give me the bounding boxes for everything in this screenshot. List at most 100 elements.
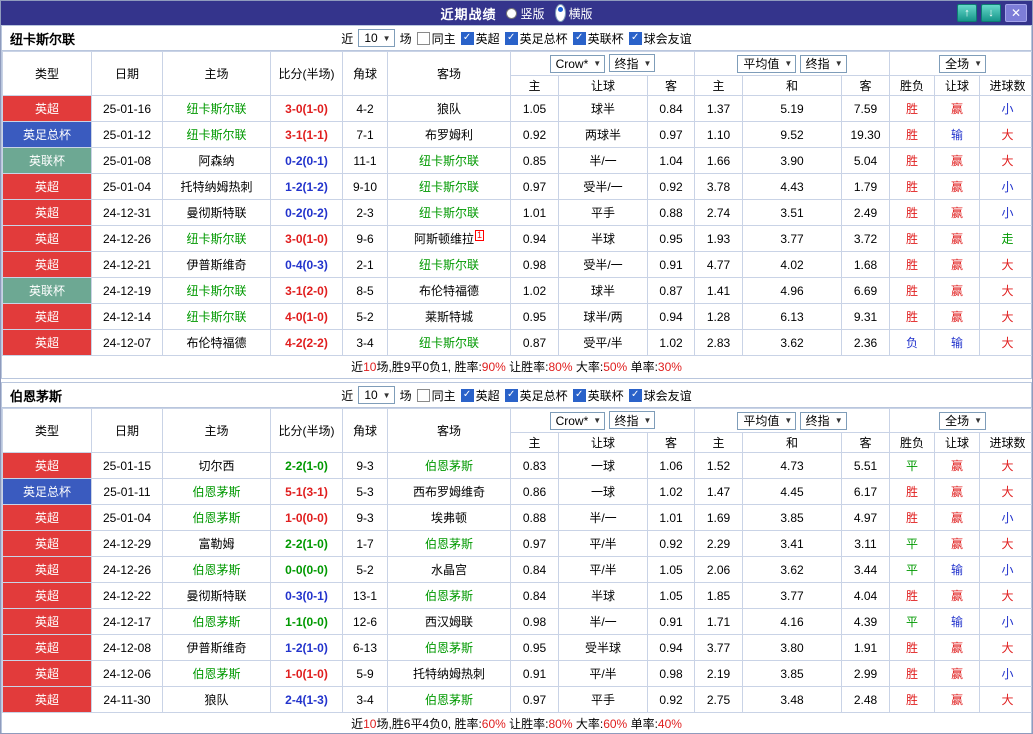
home-team: 伊普斯维奇 [163, 635, 271, 661]
checkbox-icon[interactable] [417, 389, 430, 402]
result-handicap: 赢 [935, 479, 980, 505]
avg-draw-odds: 4.43 [743, 174, 842, 200]
checkbox-checked-icon[interactable] [573, 389, 586, 402]
col-handicap: 让球 [559, 76, 648, 96]
avg-away-odds: 6.17 [842, 479, 890, 505]
odds-type-value: 终指 [615, 412, 639, 429]
odds-home: 0.95 [511, 635, 559, 661]
scope-select[interactable]: 全场▼ [939, 412, 986, 430]
score: 4-0(1-0) [271, 304, 343, 330]
result-goals: 大 [980, 330, 1033, 356]
avg-draw-odds: 6.13 [743, 304, 842, 330]
same-home-checkbox[interactable]: 同主 [417, 30, 456, 47]
match-date: 24-12-31 [92, 200, 163, 226]
average-select[interactable]: 平均值▼ [737, 55, 796, 73]
avg-group-header: 平均值▼ 终指▼ [695, 52, 890, 76]
summary-segment: 让胜率: [506, 717, 549, 731]
league-checkbox-eflcup[interactable]: 英联杯 [573, 30, 624, 47]
score: 1-2(1-2) [271, 174, 343, 200]
average-select[interactable]: 平均值▼ [737, 412, 796, 430]
radio-selected-icon[interactable] [555, 4, 566, 22]
match-count-value: 10 [364, 388, 377, 402]
league-checkbox-friendly[interactable]: 球会友谊 [629, 30, 692, 47]
handicap-line: 受平/半 [559, 330, 648, 356]
avg-away-odds: 2.36 [842, 330, 890, 356]
result-wdl: 平 [890, 531, 935, 557]
result-goals: 小 [980, 609, 1033, 635]
match-row: 英超24-12-06伯恩茅斯1-0(1-0)5-9托特纳姆热刺0.91平/半0.… [3, 661, 1033, 687]
league-checkbox-eflcup[interactable]: 英联杯 [573, 387, 624, 404]
close-icon: ✕ [1011, 6, 1021, 20]
result-goals: 大 [980, 583, 1033, 609]
odds-type-select[interactable]: 终指▼ [609, 411, 656, 429]
chevron-down-icon: ▼ [835, 416, 843, 425]
scope-select[interactable]: 全场▼ [939, 55, 986, 73]
summary-segment: 80% [549, 717, 573, 731]
col-home: 主场 [163, 52, 271, 96]
bookmaker-select[interactable]: Crow*▼ [550, 55, 606, 73]
layout-radio-vertical[interactable]: 竖版 [506, 5, 544, 22]
scope-group-header: 全场▼ [890, 409, 1033, 433]
league-checkbox-epl[interactable]: 英超 [461, 387, 500, 404]
checkbox-checked-icon[interactable] [573, 32, 586, 45]
handicap-line: 平手 [559, 200, 648, 226]
col-handicap: 让球 [559, 433, 648, 453]
odds-home: 1.05 [511, 96, 559, 122]
scroll-down-button[interactable]: ↓ [981, 4, 1001, 22]
checkbox-checked-icon[interactable] [505, 389, 518, 402]
league-checkbox-facup[interactable]: 英足总杯 [505, 30, 568, 47]
avg-odds-type-value: 终指 [806, 55, 830, 72]
checkbox-checked-icon[interactable] [461, 32, 474, 45]
col-odds-home: 主 [511, 433, 559, 453]
checkbox-checked-icon[interactable] [629, 389, 642, 402]
bookmaker-select[interactable]: Crow*▼ [550, 412, 606, 430]
col-odds-away: 客 [648, 76, 695, 96]
panel-title: 近期战绩 [440, 4, 496, 23]
match-type-badge: 英超 [3, 200, 92, 226]
match-row: 英超24-12-17伯恩茅斯1-1(0-0)12-6西汉姆联0.98半/一0.9… [3, 609, 1033, 635]
checkbox-checked-icon[interactable] [461, 389, 474, 402]
league-checkbox-facup[interactable]: 英足总杯 [505, 387, 568, 404]
handicap-line: 受半/一 [559, 174, 648, 200]
team-name: 伯恩茅斯 [10, 386, 62, 405]
avg-home-odds: 3.78 [695, 174, 743, 200]
summary-segment: 近 [351, 717, 363, 731]
match-count-select[interactable]: 10▼ [358, 29, 394, 47]
score: 3-0(1-0) [271, 226, 343, 252]
odds-type-select[interactable]: 终指▼ [609, 54, 656, 72]
handicap-line: 平/半 [559, 557, 648, 583]
score: 2-2(1-0) [271, 453, 343, 479]
checkbox-icon[interactable] [417, 32, 430, 45]
odds-away: 0.92 [648, 174, 695, 200]
summary-segment: 10 [363, 717, 376, 731]
result-handicap: 赢 [935, 531, 980, 557]
odds-home: 0.86 [511, 479, 559, 505]
league-label: 英超 [476, 387, 500, 404]
match-row: 英超25-01-04伯恩茅斯1-0(0-0)9-3埃弗顿0.88半/一1.011… [3, 505, 1033, 531]
league-checkbox-epl[interactable]: 英超 [461, 30, 500, 47]
summary-segment: 单率: [627, 360, 658, 374]
scroll-up-button[interactable]: ↑ [957, 4, 977, 22]
home-team: 伯恩茅斯 [163, 661, 271, 687]
same-home-checkbox[interactable]: 同主 [417, 387, 456, 404]
checkbox-checked-icon[interactable] [629, 32, 642, 45]
odds-home: 0.91 [511, 661, 559, 687]
away-team: 埃弗顿 [388, 505, 511, 531]
avg-odds-type-select[interactable]: 终指▼ [800, 55, 847, 73]
odds-away: 0.94 [648, 635, 695, 661]
chevron-down-icon: ▼ [593, 416, 601, 425]
close-button[interactable]: ✕ [1005, 4, 1027, 22]
layout-radio-horizontal[interactable]: 横版 [555, 4, 593, 22]
summary-segment: 40% [658, 717, 682, 731]
result-wdl: 胜 [890, 148, 935, 174]
match-count-select[interactable]: 10▼ [358, 386, 394, 404]
radio-icon[interactable] [506, 8, 517, 19]
league-label: 英超 [476, 30, 500, 47]
avg-odds-type-select[interactable]: 终指▼ [800, 412, 847, 430]
league-checkbox-friendly[interactable]: 球会友谊 [629, 387, 692, 404]
checkbox-checked-icon[interactable] [505, 32, 518, 45]
avg-home-odds: 2.75 [695, 687, 743, 713]
odds-away: 0.97 [648, 122, 695, 148]
handicap-line: 平/半 [559, 531, 648, 557]
match-count-value: 10 [364, 31, 377, 45]
